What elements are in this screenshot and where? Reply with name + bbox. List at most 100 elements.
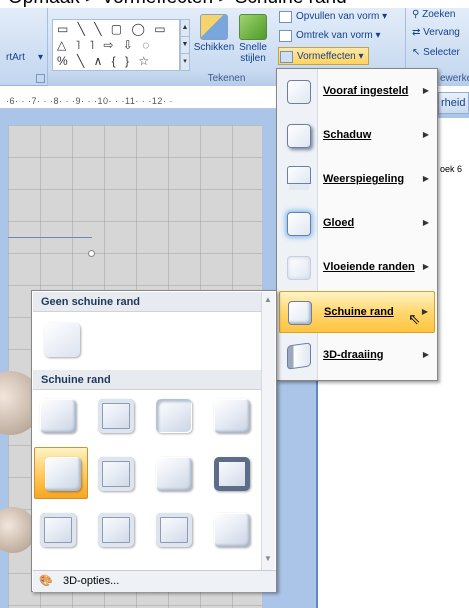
menu-item-bevel[interactable]: Schuine rand ▶ ⇖: [279, 291, 435, 333]
screenshot-caption: Opmaak > Vormeffecten > Schuine rand: [0, 0, 469, 8]
fill-bucket-icon: [279, 11, 292, 23]
shape-fill-button[interactable]: Opvullen van vorm ▾: [278, 8, 387, 26]
shapes-gallery-scroll[interactable]: ▲ ▼ ▾: [180, 19, 190, 71]
bevel-relaxed-inset-icon: [98, 399, 134, 433]
bevel-art-deco-icon: [214, 513, 250, 547]
arrange-icon: [200, 14, 228, 40]
quick-styles-button[interactable]: Snelle stijlen: [236, 14, 270, 64]
menu-item-shadow[interactable]: Schaduw ▶: [279, 115, 435, 157]
find-button[interactable]: ⚲ Zoeken: [412, 9, 455, 20]
shapes-gallery[interactable]: ▭ ╲ ╲ ▢ ◯ ▭ △ ˥ ˥ ⇨ ⇩ ◌ % ╲ ∧ { } ☆: [52, 19, 180, 71]
shapes-row[interactable]: ▭ ╲ ╲ ▢ ◯ ▭: [57, 22, 169, 36]
reflection-icon: [287, 166, 311, 184]
3d-rotation-icon: [287, 342, 311, 370]
shapes-row[interactable]: △ ˥ ˥ ⇨ ⇩ ◌: [57, 38, 152, 52]
submenu-arrow-icon: ▶: [422, 174, 429, 183]
bevel-option[interactable]: [208, 509, 254, 551]
menu-item-label: Vloeiende randen: [323, 261, 415, 273]
gallery-more-icon[interactable]: ▾: [181, 54, 189, 71]
arrange-button[interactable]: Schikken: [193, 14, 235, 53]
shape-outline-label: Omtrek van vorm: [296, 30, 373, 41]
submenu-arrow-icon: ▶: [422, 130, 429, 139]
pen-icon: [279, 30, 292, 42]
menu-item-glow[interactable]: Gloed ▶: [279, 203, 435, 245]
bevel-option[interactable]: [34, 509, 80, 551]
select-label: Selecter: [423, 47, 460, 58]
replace-label: Vervang: [423, 27, 460, 38]
3d-options-label: 3D-opties...: [63, 575, 120, 587]
bevel-soft-round-icon: [98, 457, 134, 491]
bevel-option[interactable]: [92, 509, 138, 551]
gallery-section-header: Schuine rand: [33, 370, 261, 390]
bevel-option[interactable]: [92, 395, 138, 437]
bevel-circle-icon: [40, 399, 76, 433]
caption-text: Opmaak > Vormeffecten > Schuine rand: [8, 0, 347, 8]
bevel-option[interactable]: [34, 395, 80, 437]
bevel-option[interactable]: [150, 453, 196, 495]
bevel-angle-icon: [45, 457, 81, 491]
menu-item-label: Vooraf ingesteld: [323, 85, 409, 97]
resize-handle[interactable]: [88, 250, 95, 257]
menu-item-soft-edges[interactable]: Vloeiende randen ▶: [279, 247, 435, 289]
shapes-row[interactable]: % ╲ ∧ { } ☆: [57, 54, 152, 68]
bevel-option[interactable]: [92, 453, 138, 495]
gallery-scrollbar[interactable]: ▲ ▼: [261, 292, 275, 570]
shape-effects-button[interactable]: Vormeffecten ▾: [278, 47, 369, 65]
select-button[interactable]: ↖ Selecter: [412, 47, 460, 58]
side-note-text: oek 6: [440, 164, 463, 174]
bevel-none-option[interactable]: [38, 319, 84, 361]
scroll-up-icon[interactable]: ▲: [181, 20, 189, 37]
scroll-down-icon[interactable]: ▼: [264, 554, 272, 563]
bevel-hard-edge-icon: [156, 513, 192, 547]
chevron-down-icon[interactable]: ▾: [38, 52, 43, 63]
menu-item-reflection[interactable]: Weerspiegeling ▶: [279, 159, 435, 201]
submenu-arrow-icon: ▶: [422, 350, 429, 359]
resize-grip-icon[interactable]: · · · ·: [147, 590, 167, 596]
bevel-option[interactable]: [150, 509, 196, 551]
bevel-option[interactable]: [208, 453, 254, 495]
menu-item-label: 3D-draaiing: [323, 349, 384, 361]
submenu-arrow-icon: ▶: [422, 262, 429, 271]
shape-effects-menu: Vooraf ingesteld ▶ Schaduw ▶ Weerspiegel…: [276, 68, 438, 381]
shape-fill-label: Opvullen van vorm: [296, 11, 380, 22]
menu-item-3d-rotation[interactable]: 3D-draaiing ▶: [279, 335, 435, 377]
bevel-option[interactable]: [208, 395, 254, 437]
find-label: Zoeken: [422, 9, 456, 20]
bevel-riblet-icon: [98, 513, 134, 547]
menu-item-label: Schuine rand: [324, 306, 394, 318]
bevel-cross-icon: [156, 399, 192, 433]
shadow-icon: [287, 124, 311, 148]
glow-icon: [287, 212, 311, 236]
no-bevel-icon: [44, 323, 80, 357]
bevel-gallery: Geen schuine rand Schuine rand ▲ ▼ 🎨 3D-…: [31, 290, 277, 596]
3d-options-button[interactable]: 🎨 3D-opties...: [33, 570, 276, 592]
submenu-arrow-icon: ▶: [421, 307, 428, 316]
shape-effects-label: Vormeffecten: [297, 51, 356, 62]
gallery-section-header: Geen schuine rand: [33, 292, 261, 312]
smartart-button[interactable]: rtArt: [6, 52, 25, 63]
quick-styles-label: Snelle stijlen: [239, 42, 267, 64]
replace-button[interactable]: ⇄ Vervang: [412, 27, 460, 38]
bevel-cool-slant-icon: [214, 399, 250, 433]
menu-item-label: Weerspiegeling: [323, 173, 405, 185]
scroll-down-icon[interactable]: ▼: [181, 37, 189, 54]
menu-item-preset[interactable]: Vooraf ingesteld ▶: [279, 71, 435, 113]
arrange-label: Schikken: [193, 42, 235, 53]
3d-options-icon: 🎨: [39, 575, 53, 587]
bevel-slope-icon: [214, 457, 250, 491]
side-panel-label: [438, 76, 469, 92]
side-panel-tab[interactable]: rheid: [438, 92, 469, 114]
horizontal-ruler: ·6· · ·7· · ·8· · ·9· · ·10· · ·11· · ·1…: [0, 94, 276, 109]
shape-outline-button[interactable]: Omtrek van vorm ▾: [278, 27, 381, 45]
shape-effects-icon: [280, 51, 293, 63]
bevel-icon: [288, 301, 312, 325]
submenu-arrow-icon: ▶: [422, 218, 429, 227]
preset-icon: [287, 80, 311, 104]
submenu-arrow-icon: ▶: [422, 86, 429, 95]
bevel-option[interactable]: [150, 395, 196, 437]
mouse-pointer-icon: ⇖: [408, 311, 421, 328]
bevel-option-selected[interactable]: [34, 447, 88, 499]
scroll-up-icon[interactable]: ▲: [264, 295, 272, 304]
bevel-divot-icon: [40, 513, 76, 547]
dialog-launcher-icon[interactable]: [36, 74, 45, 83]
